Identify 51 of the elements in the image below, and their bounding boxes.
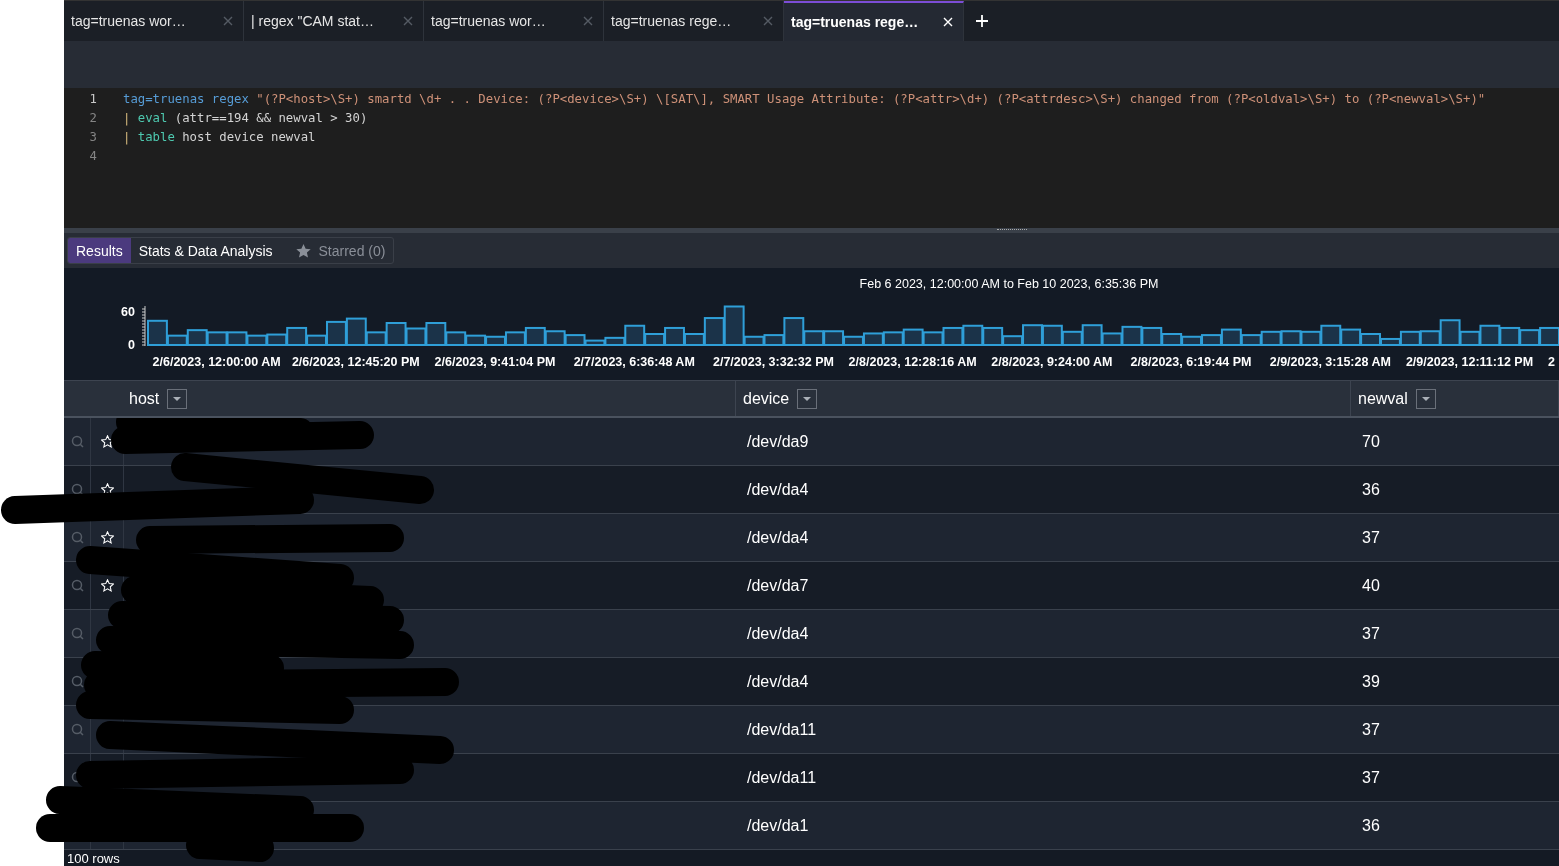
column-header[interactable]: newval [1358, 389, 1408, 408]
x-tick-label: 2 [1548, 355, 1555, 369]
line-number: 2 [88, 110, 97, 125]
x-tick-label: 2/6/2023, 9:41:04 PM [434, 355, 556, 369]
code-token: host device newval [182, 129, 316, 144]
x-tick-label: 2/9/2023, 3:15:28 AM [1269, 355, 1391, 369]
table-cell: /dev/da4 [747, 672, 809, 691]
column-header[interactable]: host [129, 389, 160, 408]
table-cell: /dev/da11 [747, 768, 817, 787]
table-cell: 36 [1362, 816, 1380, 835]
table-cell: 37 [1362, 528, 1380, 547]
code-token: | [123, 129, 131, 144]
x-tick-label: 2/7/2023, 3:32:32 PM [713, 355, 834, 369]
table-cell: 39 [1362, 672, 1380, 691]
x-tick-label: 2/7/2023, 6:36:48 AM [573, 355, 695, 369]
line-number: 3 [88, 129, 97, 144]
code-token: eval [137, 110, 168, 125]
table-cell: 37 [1362, 720, 1380, 739]
code-token: (attr==194 && newval > 30) [174, 110, 368, 125]
x-tick-label: 2/9/2023, 12:11:12 PM [1405, 355, 1534, 369]
results-tab[interactable]: Results [68, 238, 131, 263]
table-cell: 70 [1362, 432, 1380, 451]
x-tick-label: 2/8/2023, 12:28:16 AM [848, 355, 977, 369]
x-tick-label: 2/8/2023, 9:24:00 AM [991, 355, 1113, 369]
row-count: 100 rows [67, 851, 120, 866]
y-tick-label: 0 [128, 338, 135, 352]
code-token: tag=truenas regex [123, 91, 249, 106]
table-cell: 36 [1362, 480, 1380, 499]
table-cell: /dev/da9 [747, 432, 809, 451]
x-tick-label: 2/6/2023, 12:45:20 PM [291, 355, 420, 369]
chart-title: Feb 6 2023, 12:00:00 AM to Feb 10 2023, 6:35:36 PM [859, 277, 1159, 291]
table-cell: /dev/da4 [747, 624, 809, 643]
table-cell: /dev/da7 [747, 576, 809, 595]
table-cell: 37 [1362, 624, 1380, 643]
table-cell: 40 [1362, 576, 1380, 595]
table-cell: 37 [1362, 768, 1380, 787]
code-token: | [123, 110, 131, 125]
y-tick-label: 60 [121, 305, 135, 319]
table-cell: /dev/da11 [747, 720, 817, 739]
x-tick-label: 2/6/2023, 12:00:00 AM [152, 355, 281, 369]
code-token: "(?P<host>\S+) smartd \d+ . . Device: (?P<device>\S+) \[SAT\], SMART Usage Attribute: (?P<attr>\d+) (?P<attrdesc>\S+) changed from (?P<oldval>\S+) to (?P<newval>\S+)" [256, 91, 1486, 106]
code-token: table [137, 129, 175, 144]
table-cell: /dev/da1 [747, 816, 809, 835]
column-header[interactable]: device [743, 389, 790, 408]
x-tick-label: 2/8/2023, 6:19:44 PM [1130, 355, 1252, 369]
table-cell: /dev/da4 [747, 528, 809, 547]
line-number: 1 [88, 91, 97, 106]
results-tab[interactable]: Stats & Data Analysis [130, 238, 281, 263]
line-number: 4 [88, 148, 97, 163]
query-tab[interactable]: tag=truenas rege… [784, 1, 964, 41]
table-cell: /dev/da4 [747, 480, 809, 499]
